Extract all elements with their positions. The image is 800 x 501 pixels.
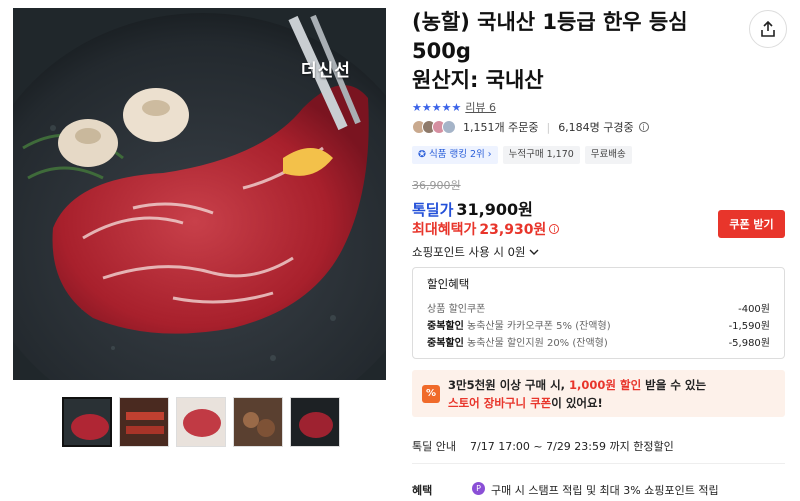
promo-text-part: 이 있어요!: [551, 395, 603, 410]
promo-highlight: 1,000원 할인: [569, 377, 642, 392]
discount-row-label: 중복할인: [427, 338, 464, 349]
max-benefit-row: 최대혜택가 23,930원 i: [412, 219, 560, 239]
thumbnail-4[interactable]: [233, 397, 283, 447]
discount-row: 상품 할인쿠폰 -400원: [427, 301, 770, 318]
buyer-avatars: [412, 120, 456, 134]
viewers-count: 6,184명 구경중: [558, 121, 634, 134]
get-coupon-button[interactable]: 쿠폰 받기: [718, 210, 785, 238]
discount-row: 중복할인 농축산물 카카오쿠폰 5% (잔액형) -1,590원: [427, 318, 770, 335]
divider: |: [546, 120, 551, 134]
divider: [412, 463, 785, 464]
stats-row: 1,151개 주문중 | 6,184명 구경중 i: [412, 119, 649, 135]
discount-header: 할인혜택: [427, 277, 470, 291]
thumbnail-strip: [62, 397, 340, 447]
benefit-value: 구매 시 스탬프 적립 및 최대 3% 쇼핑포인트 적립: [491, 484, 719, 497]
ranking-icon: ✪: [418, 149, 429, 160]
original-price: 36,900원: [412, 179, 461, 192]
share-button[interactable]: [749, 10, 787, 48]
discount-row-amount: -1,590원: [728, 321, 770, 332]
promo-text-part: 3만5천원 이상 구매 시,: [448, 377, 570, 392]
deal-price-value: 31,900원: [456, 200, 533, 219]
info-icon[interactable]: i: [638, 122, 649, 132]
ranking-badge[interactable]: ✪ 식품 랭킹 2위 ›: [412, 146, 498, 164]
orders-count: 1,151개 주문중: [463, 121, 539, 134]
info-icon[interactable]: i: [549, 224, 560, 234]
product-title: (농할) 국내산 1등급 한우 등심 500g 원산지: 국내산: [412, 10, 688, 92]
chevron-right-icon: ›: [484, 149, 492, 160]
shopping-points-label: 쇼핑포인트 사용 시 0원: [412, 245, 526, 259]
ranking-badge-label: 식품 랭킹 2위: [428, 149, 485, 160]
thumbnail-2[interactable]: [119, 397, 169, 447]
max-benefit-label: 최대혜택가: [412, 222, 477, 238]
deal-info-row: 톡딜 안내 7/17 17:00 ~ 7/29 23:59 까지 한정할인: [412, 438, 674, 454]
promo-highlight: 스토어 장바구니 쿠폰: [448, 395, 552, 410]
cumulative-purchase-badge: 누적구매 1,170: [502, 146, 580, 164]
brand-watermark: 더신선: [301, 61, 351, 81]
thumbnail-1[interactable]: [62, 397, 112, 447]
discount-row-desc: 농축산물 카카오쿠폰 5% (잔액형): [467, 321, 611, 332]
promo-text: 3만5천원 이상 구매 시, 1,000원 할인 받을 수 있는 스토어 장바구…: [448, 376, 706, 412]
discount-row-label: 중복할인: [427, 321, 464, 332]
cart-coupon-banner[interactable]: % 3만5천원 이상 구매 시, 1,000원 할인 받을 수 있는 스토어 장…: [412, 370, 785, 417]
benefit-row: 혜택 P 구매 시 스탬프 적립 및 최대 3% 쇼핑포인트 적립: [412, 482, 719, 498]
avatar: [442, 120, 456, 134]
benefit-key: 혜택: [412, 484, 433, 497]
discount-row-desc: 농축산물 할인지원 20% (잔액형): [467, 338, 608, 349]
review-link[interactable]: 리뷰 6: [465, 99, 496, 115]
thumbnail-5[interactable]: [290, 397, 340, 447]
discount-row-amount: -5,980원: [728, 338, 770, 349]
product-page: { "product": { "title": "(농할) 국내산 1등급 한우…: [0, 0, 800, 501]
discount-row-amount: -400원: [738, 304, 770, 315]
deal-price-row: 톡딜가 31,900원: [412, 196, 533, 220]
points-icon: P: [472, 482, 485, 495]
discount-row: 중복할인 농축산물 할인지원 20% (잔액형) -5,980원: [427, 335, 770, 352]
free-shipping-badge: 무료배송: [584, 146, 632, 164]
percent-icon: %: [422, 384, 440, 403]
deal-info-key: 톡딜 안내: [412, 440, 456, 453]
star-rating-icon: ★★★★★: [412, 100, 462, 114]
discount-benefits-box: 할인혜택 상품 할인쿠폰 -400원 중복할인 농축산물 카카오쿠폰 5% (잔…: [412, 267, 785, 359]
main-product-image[interactable]: 더신선: [13, 8, 386, 380]
promo-text-part: 받을 수 있는: [641, 377, 707, 392]
shopping-points-toggle[interactable]: 쇼핑포인트 사용 시 0원: [412, 244, 539, 260]
deal-info-value: 7/17 17:00 ~ 7/29 23:59 까지 한정할인: [470, 440, 674, 453]
chevron-down-icon: [529, 249, 539, 255]
thumbnail-3[interactable]: [176, 397, 226, 447]
deal-price-label: 톡딜가: [412, 201, 454, 219]
rating-row: ★★★★★ 리뷰 6: [412, 99, 496, 115]
share-icon: [761, 21, 775, 37]
discount-row-desc: 상품 할인쿠폰: [427, 304, 486, 315]
max-benefit-price: 23,930원: [479, 222, 547, 238]
badge-row: ✪ 식품 랭킹 2위 › 누적구매 1,170 무료배송: [412, 146, 632, 164]
